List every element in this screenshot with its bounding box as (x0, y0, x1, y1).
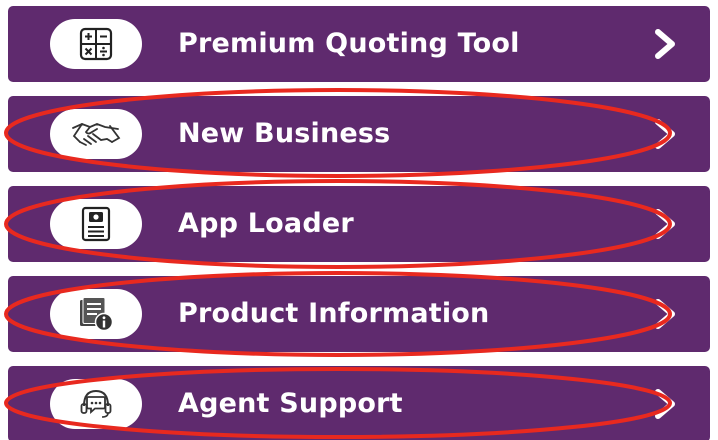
calculator-icon (79, 27, 113, 61)
menu-item-label: Agent Support (178, 387, 403, 419)
chevron-right-icon (655, 29, 675, 59)
chevron-right-icon (655, 209, 675, 239)
menu-item-product-information[interactable]: Product Information (8, 276, 710, 352)
document-info-icon (80, 297, 114, 332)
handshake-icon (72, 123, 121, 146)
menu-item-label: Premium Quoting Tool (178, 27, 520, 59)
menu-item-app-loader[interactable]: App Loader (8, 186, 710, 262)
handshake-icon-badge (50, 109, 142, 159)
chevron-right-icon (655, 299, 675, 329)
document-info-icon-badge (50, 289, 142, 339)
calculator-icon-badge (50, 19, 142, 69)
menu-item-label: Product Information (178, 297, 490, 329)
chevron-right-icon (655, 119, 675, 149)
menu-item-agent-support[interactable]: Agent Support (8, 366, 710, 440)
chevron-right-icon (655, 389, 675, 419)
main-menu: Premium Quoting Tool New Business App Lo… (0, 0, 718, 440)
document-loader-icon-badge (50, 199, 142, 249)
chat-headset-icon-badge (50, 379, 142, 429)
chat-headset-icon (80, 389, 112, 418)
menu-item-premium-quoting-tool[interactable]: Premium Quoting Tool (8, 6, 710, 82)
menu-item-label: New Business (178, 117, 391, 149)
menu-item-new-business[interactable]: New Business (8, 96, 710, 172)
document-loader-icon (81, 206, 111, 242)
menu-item-label: App Loader (178, 207, 354, 239)
